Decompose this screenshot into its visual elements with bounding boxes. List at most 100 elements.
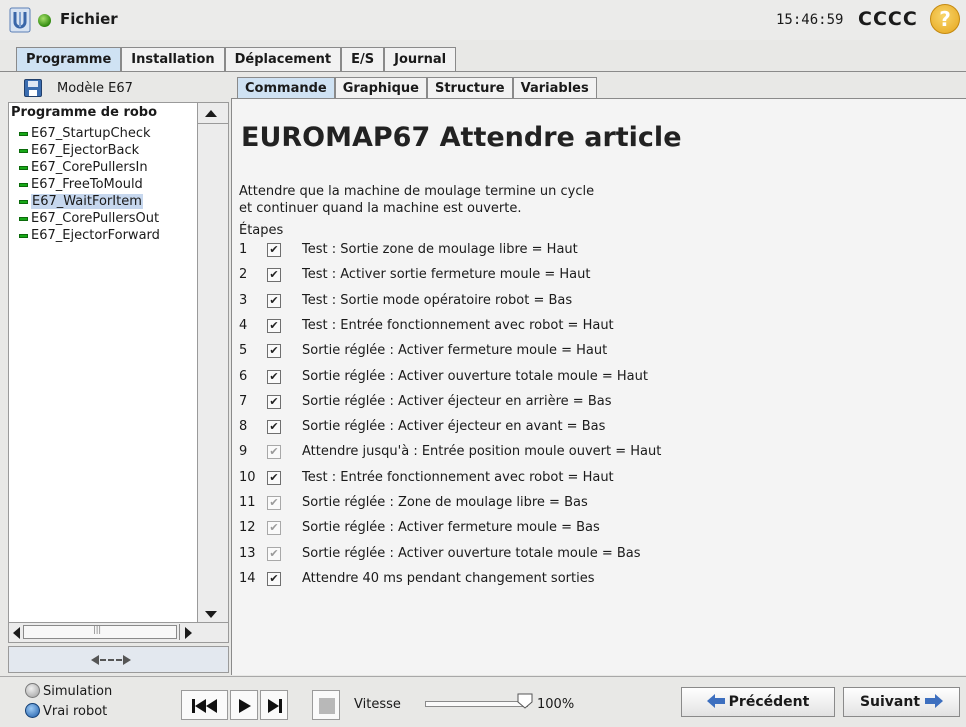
step-checkbox[interactable]: ✔ [267,369,281,384]
speed-slider-handle[interactable] [517,693,533,709]
help-icon[interactable]: ? [930,4,960,34]
program-node-icon [19,233,28,238]
sub-tabs: Commande Graphique Structure Variables [237,77,597,99]
step-checkbox[interactable]: ✔ [267,521,281,536]
tree-item-corepullersout[interactable]: E67_CorePullersOut [19,211,159,228]
step-label: Test : Entrée fonctionnement avec robot … [302,469,614,485]
next-button[interactable]: Suivant [843,687,960,717]
simulation-option[interactable]: Simulation [25,683,112,699]
scroll-right-icon[interactable] [185,627,192,639]
step-label: Test : Sortie mode opératoire robot = Ba… [302,292,573,308]
step-label: Sortie réglée : Activer fermeture moule … [302,520,600,536]
step-number: 1 [239,242,248,257]
scroll-up-icon[interactable] [205,110,217,117]
arrow-left-icon [91,655,99,665]
tab-journal[interactable]: Journal [384,47,457,72]
tree-item-startupcheck[interactable]: E67_StartupCheck [19,126,151,143]
step-checkbox[interactable]: ✔ [267,268,281,283]
tree-item-freetomould[interactable]: E67_FreeToMould [19,177,143,194]
tree-root[interactable]: Programme de robo [11,105,157,120]
program-node-icon [19,148,28,153]
command-panel: EUROMAP67 Attendre article Attendre que … [231,98,966,675]
tab-divider [0,71,966,72]
save-icon[interactable] [24,79,42,97]
tab-graphique[interactable]: Graphique [334,77,427,99]
step-checkbox[interactable]: ✔ [267,420,281,435]
step-number: 10 [239,469,256,485]
tab-commande[interactable]: Commande [237,77,335,99]
scroll-down-icon[interactable] [205,611,217,618]
step-icon [268,699,282,713]
robot-name: CCCC [858,8,918,30]
step-number: 12 [239,520,256,536]
page-title: EUROMAP67 Attendre article [241,122,682,153]
stop-icon [319,698,335,714]
step-checkbox[interactable]: ✔ [267,470,281,485]
tree-item-waitforitem[interactable]: E67_WaitForItem [19,194,143,211]
program-node-icon [19,131,28,136]
radio-off-icon[interactable] [25,683,40,698]
step-label: Sortie réglée : Zone de moulage libre = … [302,495,588,510]
scroll-left-icon[interactable] [13,627,20,639]
step-button[interactable] [260,690,288,720]
tree-item-corepullersin[interactable]: E67_CorePullersIn [19,160,148,177]
tab-es[interactable]: E/S [341,47,385,72]
tree-item-ejectorforward[interactable]: E67_EjectorForward [19,228,160,245]
step-number: 3 [239,292,248,308]
tab-structure[interactable]: Structure [426,77,513,99]
step-label: Sortie réglée : Activer éjecteur en arri… [302,393,612,409]
step-label: Sortie réglée : Activer éjecteur en avan… [302,419,606,435]
scroll-divider [198,123,229,124]
tree-vertical-scrollbar[interactable] [197,103,229,622]
tab-installation[interactable]: Installation [121,47,225,72]
program-tree-panel: Programme de robo E67_StartupCheck E67_E… [8,102,229,643]
description: Attendre que la machine de moulage termi… [239,183,594,217]
step-number: 4 [239,317,248,333]
step-label: Attendre 40 ms pendant changement sortie… [302,570,595,586]
step-label: Test : Entrée fonctionnement avec robot … [302,317,614,333]
step-checkbox[interactable]: ✔ [267,318,281,333]
tab-programme[interactable]: Programme [16,47,122,72]
speed-value: 100% [537,697,575,712]
steps-label: Étapes [239,223,284,238]
skip-back-button[interactable] [181,690,228,720]
scroll-grip[interactable]: ||| [93,625,101,634]
step-checkbox[interactable]: ✔ [267,571,281,586]
step-label: Test : Activer sortie fermeture moule = … [302,267,591,283]
real-robot-option[interactable]: Vrai robot [25,703,107,719]
step-label: Sortie réglée : Activer ouverture totale… [302,368,648,384]
tab-deplacement[interactable]: Déplacement [224,47,342,72]
tree-item-ejectorback[interactable]: E67_EjectorBack [19,143,139,160]
step-number: 2 [239,267,248,283]
description-line: Attendre que la machine de moulage termi… [239,184,595,199]
step-label: Test : Sortie zone de moulage libre = Ha… [302,242,578,257]
file-menu[interactable]: Fichier [60,10,118,28]
step-checkbox[interactable]: ✔ [267,243,281,257]
panel-resize-button[interactable] [8,646,229,673]
arrow-right-icon [925,694,944,708]
ur-logo-icon[interactable] [9,7,31,33]
status-dot-icon [38,14,51,27]
model-label: Modèle E67 [57,81,133,96]
title-bar: Fichier 15:46:59 CCCC ? [0,0,966,40]
tab-variables[interactable]: Variables [512,77,597,99]
step-checkbox[interactable]: ✔ [267,445,281,460]
scroll-separator [179,624,180,640]
step-label: Sortie réglée : Activer ouverture totale… [302,545,641,561]
play-button[interactable] [230,690,258,720]
tree-horizontal-scrollbar[interactable]: ||| [9,622,228,642]
step-checkbox[interactable]: ✔ [267,496,281,510]
stop-button[interactable] [312,690,340,720]
radio-on-icon[interactable] [25,703,40,718]
step-checkbox[interactable]: ✔ [267,546,281,561]
step-label: Sortie réglée : Activer fermeture moule … [302,343,608,359]
previous-button[interactable]: Précédent [681,687,835,717]
skip-back-icon [192,699,217,713]
step-checkbox[interactable]: ✔ [267,344,281,359]
step-checkbox[interactable]: ✔ [267,293,281,308]
step-number: 13 [239,545,256,561]
speed-label: Vitesse [354,697,401,712]
program-tree: Programme de robo E67_StartupCheck E67_E… [9,103,197,622]
step-checkbox[interactable]: ✔ [267,394,281,409]
speed-slider-track[interactable] [425,701,528,707]
